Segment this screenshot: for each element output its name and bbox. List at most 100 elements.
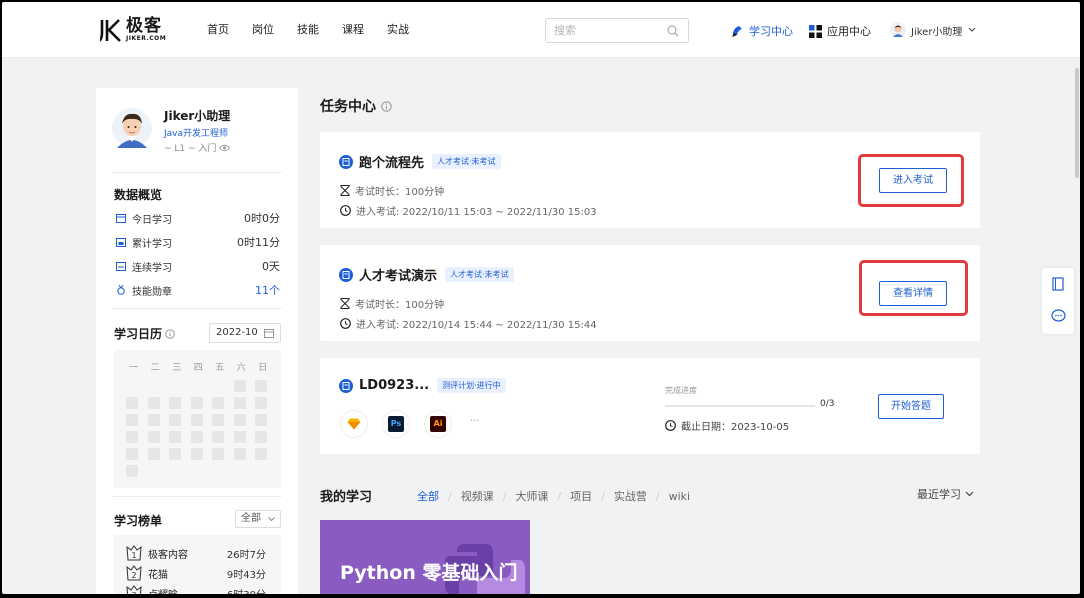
- floating-toolbar: [1042, 268, 1074, 334]
- start-answer-button[interactable]: 开始答题: [878, 394, 944, 419]
- tab-project[interactable]: 项目: [570, 488, 592, 504]
- stat-streak: 连续学习 0天: [116, 258, 280, 274]
- more-tools[interactable]: ···: [470, 416, 480, 427]
- task-duration-text: 考试时长：100分钟: [355, 187, 445, 198]
- calendar-month-value: 2022-10: [216, 327, 258, 338]
- calendar-day-cell: [255, 380, 267, 392]
- stat-value: 0时0分: [244, 212, 280, 225]
- chat-icon[interactable]: [1051, 309, 1066, 323]
- calendar-day-cell: [212, 414, 224, 426]
- calendar-day-cell: [190, 397, 203, 409]
- nav-home[interactable]: 首页: [207, 22, 229, 38]
- stat-value: 0时11分: [237, 236, 280, 249]
- progress-bar: [665, 405, 815, 407]
- weekday: 日: [258, 363, 268, 373]
- bookmark-icon[interactable]: [1051, 277, 1065, 291]
- calendar-day-cell: [169, 397, 181, 409]
- highlight-box: [858, 154, 964, 207]
- task-center-label: 任务中心: [320, 99, 376, 115]
- calendar-day-cell: [255, 414, 267, 426]
- calendar-streak-icon: [116, 262, 126, 271]
- course-title: Python 零基础入门: [340, 562, 518, 584]
- task-window-text: 进入考试: 2022/10/14 15:44 ~ 2022/11/30 15:4…: [356, 320, 597, 331]
- user-sidebar: Jiker小助理 Java开发工程师 ~ L1 ~ 入门 数据概览 今日学习 0…: [96, 88, 298, 594]
- medal-icon: [117, 285, 125, 295]
- deadline-text: 截止日期：2023-10-05: [681, 422, 790, 433]
- calendar-day-cell: [147, 431, 160, 443]
- tab-master[interactable]: 大师课: [515, 488, 548, 504]
- calendar-day-cell: [126, 414, 138, 426]
- calendar-day-cell: [147, 414, 160, 426]
- weekday: 五: [215, 363, 225, 373]
- task-name: 人才考试演示: [359, 269, 438, 284]
- calendar-day-cell: [190, 414, 203, 426]
- stat-value[interactable]: 11个: [255, 282, 280, 298]
- calendar-day-cell: [126, 431, 138, 443]
- ranking-row: 2 花猫 9时43分: [126, 565, 266, 581]
- profile-level: ~ L1 ~ 入门: [164, 141, 231, 154]
- calendar-day-cell: [169, 380, 181, 392]
- divider: [112, 308, 282, 309]
- tab-video[interactable]: 视频课: [461, 488, 494, 504]
- ranking-title: 学习榜单: [114, 514, 163, 528]
- chevron-down-icon: [268, 517, 275, 522]
- jiker-logo[interactable]: 极客 JIKER.COM: [100, 17, 166, 45]
- ranking-row: 1 极客内容 26时7分: [126, 545, 266, 561]
- ranking-filter-select[interactable]: 全部: [235, 510, 281, 528]
- nav-skills[interactable]: 技能: [297, 22, 319, 38]
- calendar-day-cell: [255, 448, 267, 460]
- search-box: [545, 18, 689, 43]
- calendar-month-select[interactable]: 2022-10: [209, 323, 281, 343]
- calendar-day-cell: [212, 397, 224, 409]
- task-status-tag: 人才考试·未考试: [445, 267, 514, 282]
- scrollbar-thumb[interactable]: [1075, 68, 1079, 178]
- info-icon[interactable]: [381, 100, 392, 112]
- svg-text:2: 2: [131, 571, 136, 580]
- sketch-icon: [340, 410, 368, 438]
- tab-bootcamp[interactable]: 实战营: [614, 488, 647, 504]
- tab-all[interactable]: 全部: [417, 488, 439, 504]
- calendar-title-label: 学习日历: [114, 327, 163, 341]
- app-center-link[interactable]: 应用中心: [809, 23, 871, 39]
- nav-practice[interactable]: 实战: [387, 22, 409, 38]
- ai-label: Ai: [430, 416, 446, 432]
- calendar-day-cell: [233, 431, 246, 443]
- overview-title: 数据概览: [114, 188, 163, 202]
- study-center-link[interactable]: 学习中心: [731, 23, 793, 39]
- nav-jobs[interactable]: 岗位: [252, 22, 274, 38]
- task-window: 进入考试: 2022/10/14 15:44 ~ 2022/11/30 15:4…: [340, 316, 597, 331]
- calendar-day-cell: [234, 465, 246, 477]
- course-card[interactable]: Python 零基础入门: [320, 520, 530, 594]
- task-window: 进入考试: 2022/10/11 15:03 ~ 2022/11/30 15:0…: [340, 203, 597, 218]
- sort-label: 最近学习: [917, 488, 961, 501]
- info-icon[interactable]: [165, 328, 175, 339]
- search-icon[interactable]: [667, 25, 679, 37]
- task-name: 跑个流程先: [359, 156, 425, 171]
- calendar-total-icon: [116, 238, 126, 247]
- ranking-time: 26时7分: [226, 549, 266, 561]
- hourglass-icon: [340, 298, 350, 309]
- stat-label: 今日学习: [132, 214, 172, 226]
- stat-badges: 技能勋章 11个: [116, 282, 280, 298]
- chevron-down-icon: [969, 27, 976, 32]
- exam-badge-icon: [339, 154, 353, 169]
- my-study-title: 我的学习: [320, 490, 373, 505]
- svg-text:3: 3: [131, 591, 136, 594]
- page-scrollbar[interactable]: [1074, 58, 1080, 594]
- weekday: 六: [236, 363, 246, 373]
- calendar-day-cell: [126, 397, 138, 409]
- divider: [112, 496, 282, 497]
- search-input[interactable]: [546, 19, 656, 42]
- eye-icon[interactable]: [219, 144, 231, 152]
- calendar-days-grid: [126, 380, 267, 477]
- calendar-day-cell: [169, 414, 181, 426]
- user-menu[interactable]: Jiker小助理: [890, 22, 976, 38]
- tab-wiki[interactable]: wiki: [669, 490, 690, 503]
- calendar-day-cell: [255, 431, 267, 443]
- calendar-day-cell: [126, 465, 138, 477]
- nav-courses[interactable]: 课程: [342, 22, 364, 38]
- calendar-title: 学习日历: [114, 325, 175, 342]
- calendar-day-cell: [255, 397, 267, 409]
- sort-select[interactable]: 最近学习: [917, 486, 974, 502]
- calendar-day-cell: [190, 448, 203, 460]
